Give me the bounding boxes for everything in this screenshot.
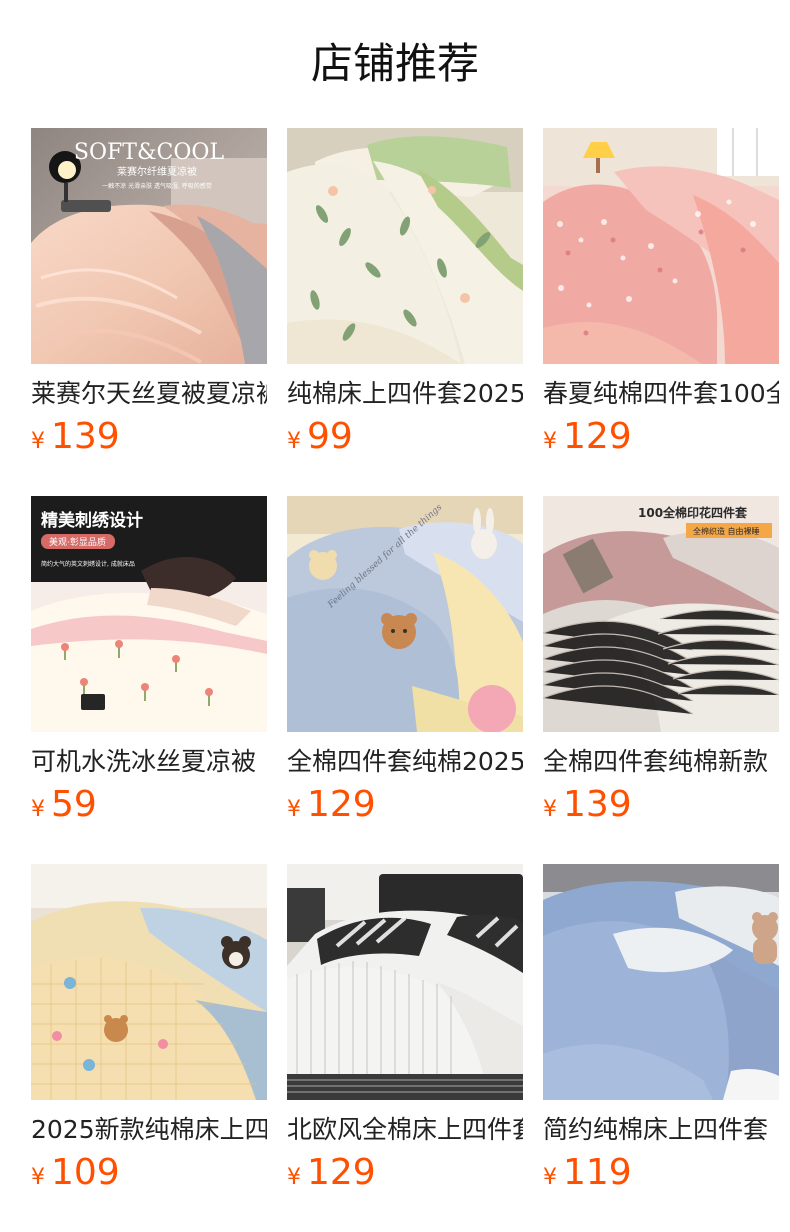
product-name[interactable]: 春夏纯棉四件套100全 <box>543 377 779 411</box>
product-photo-leaf-cotton-set <box>287 128 523 364</box>
product-card-nordic-striped-set[interactable]: 北欧风全棉床上四件套 ¥129 <box>287 864 523 1194</box>
product-price: ¥109 <box>31 1148 120 1198</box>
price-amount: 129 <box>307 1152 376 1193</box>
currency-symbol: ¥ <box>287 797 301 822</box>
product-photo-nordic-striped-set <box>287 864 523 1100</box>
product-image[interactable]: 100全棉印花四件套 全棉织造 自由裸睡 <box>543 496 779 732</box>
product-photo-plaid-cotton-set <box>31 864 267 1100</box>
currency-symbol: ¥ <box>543 1165 557 1190</box>
currency-symbol: ¥ <box>31 797 45 822</box>
product-card-cartoon-cotton-set[interactable]: Feeling blessed for all the things 全棉四件套… <box>287 496 523 826</box>
product-image[interactable] <box>543 864 779 1100</box>
price-amount: 129 <box>307 784 376 825</box>
store-recommendations-page: 店铺推荐 SOFT&COOL 莱赛尔纤维夏凉被 一触不凉 光滑亲肤 透气吸湿, … <box>0 0 790 1232</box>
product-card-leaf-cotton-set[interactable]: 纯棉床上四件套2025 ¥99 <box>287 128 523 458</box>
product-name[interactable]: 可机水洗冰丝夏凉被 <box>31 745 267 779</box>
product-image[interactable] <box>287 864 523 1100</box>
product-name[interactable]: 全棉四件套纯棉2025 <box>287 745 523 779</box>
product-name[interactable]: 北欧风全棉床上四件套 <box>287 1113 523 1147</box>
image-caption: 一触不凉 光滑亲肤 透气吸湿, 呼吸的感觉 <box>102 182 212 190</box>
price-amount: 139 <box>563 784 632 825</box>
product-grid: SOFT&COOL 莱赛尔纤维夏凉被 一触不凉 光滑亲肤 透气吸湿, 呼吸的感觉… <box>31 128 790 1228</box>
product-price: ¥119 <box>543 1148 632 1198</box>
product-card-plaid-cotton-set[interactable]: 2025新款纯棉床上四件套 ¥109 <box>31 864 267 1194</box>
product-name[interactable]: 莱赛尔天丝夏被夏凉被 <box>31 377 267 411</box>
price-amount: 109 <box>51 1152 120 1193</box>
product-photo-printed-cotton-set: 100全棉印花四件套 全棉织造 自由裸睡 <box>543 496 779 732</box>
currency-symbol: ¥ <box>543 429 557 454</box>
image-title: SOFT&COOL <box>74 140 225 165</box>
product-price: ¥129 <box>287 780 376 830</box>
currency-symbol: ¥ <box>287 1165 301 1190</box>
product-price: ¥139 <box>543 780 632 830</box>
currency-symbol: ¥ <box>287 429 301 454</box>
product-photo-ice-silk-quilt: 精美刺绣设计 美观·彰显品质 简约大气的英文刺绣设计, 成就床品 <box>31 496 267 732</box>
product-image[interactable]: 精美刺绣设计 美观·彰显品质 简约大气的英文刺绣设计, 成就床品 <box>31 496 267 732</box>
product-image[interactable]: SOFT&COOL 莱赛尔纤维夏凉被 一触不凉 光滑亲肤 透气吸湿, 呼吸的感觉 <box>31 128 267 364</box>
bear-icon <box>309 550 337 580</box>
bear-icon <box>104 1015 128 1042</box>
currency-symbol: ¥ <box>31 429 45 454</box>
image-caption: 简约大气的英文刺绣设计, 成就床品 <box>41 560 135 568</box>
product-card-ice-silk-quilt[interactable]: 精美刺绣设计 美观·彰显品质 简约大气的英文刺绣设计, 成就床品 可机水洗冰丝夏… <box>31 496 267 826</box>
image-title: 精美刺绣设计 <box>41 510 143 531</box>
image-badge: 美观·彰显品质 <box>49 536 106 548</box>
currency-symbol: ¥ <box>543 797 557 822</box>
product-photo-simple-cotton-set <box>543 864 779 1100</box>
product-image[interactable]: Feeling blessed for all the things <box>287 496 523 732</box>
price-amount: 139 <box>51 416 120 457</box>
product-card-simple-cotton-set[interactable]: 简约纯棉床上四件套 ¥119 <box>543 864 779 1194</box>
currency-symbol: ¥ <box>31 1165 45 1190</box>
product-price: ¥139 <box>31 412 120 462</box>
product-photo-cartoon-cotton-set: Feeling blessed for all the things <box>287 496 523 732</box>
product-image[interactable] <box>287 128 523 364</box>
product-price: ¥59 <box>31 780 97 830</box>
product-name[interactable]: 简约纯棉床上四件套 <box>543 1113 779 1147</box>
price-amount: 59 <box>51 784 97 825</box>
product-price: ¥129 <box>287 1148 376 1198</box>
image-badge: 全棉织造 自由裸睡 <box>693 526 760 536</box>
product-name[interactable]: 全棉四件套纯棉新款 <box>543 745 779 779</box>
price-amount: 99 <box>307 416 353 457</box>
product-card-pink-floral-set[interactable]: 春夏纯棉四件套100全 ¥129 <box>543 128 779 458</box>
image-subtitle: 莱赛尔纤维夏凉被 <box>117 165 197 178</box>
image-title: 100全棉印花四件套 <box>638 505 748 520</box>
product-card-printed-cotton-set[interactable]: 100全棉印花四件套 全棉织造 自由裸睡 全棉四件套纯棉新款 ¥139 <box>543 496 779 826</box>
price-amount: 119 <box>563 1152 632 1193</box>
product-image[interactable] <box>31 864 267 1100</box>
product-price: ¥129 <box>543 412 632 462</box>
product-image[interactable] <box>543 128 779 364</box>
product-photo-silk-summer-quilt: SOFT&COOL 莱赛尔纤维夏凉被 一触不凉 光滑亲肤 透气吸湿, 呼吸的感觉 <box>31 128 267 364</box>
page-title: 店铺推荐 <box>310 39 479 88</box>
product-card-silk-summer-quilt[interactable]: SOFT&COOL 莱赛尔纤维夏凉被 一触不凉 光滑亲肤 透气吸湿, 呼吸的感觉… <box>31 128 267 458</box>
product-price: ¥99 <box>287 412 353 462</box>
product-name[interactable]: 纯棉床上四件套2025 <box>287 377 523 411</box>
product-photo-pink-floral-set <box>543 128 779 364</box>
price-amount: 129 <box>563 416 632 457</box>
product-name[interactable]: 2025新款纯棉床上四件套 <box>31 1113 267 1147</box>
